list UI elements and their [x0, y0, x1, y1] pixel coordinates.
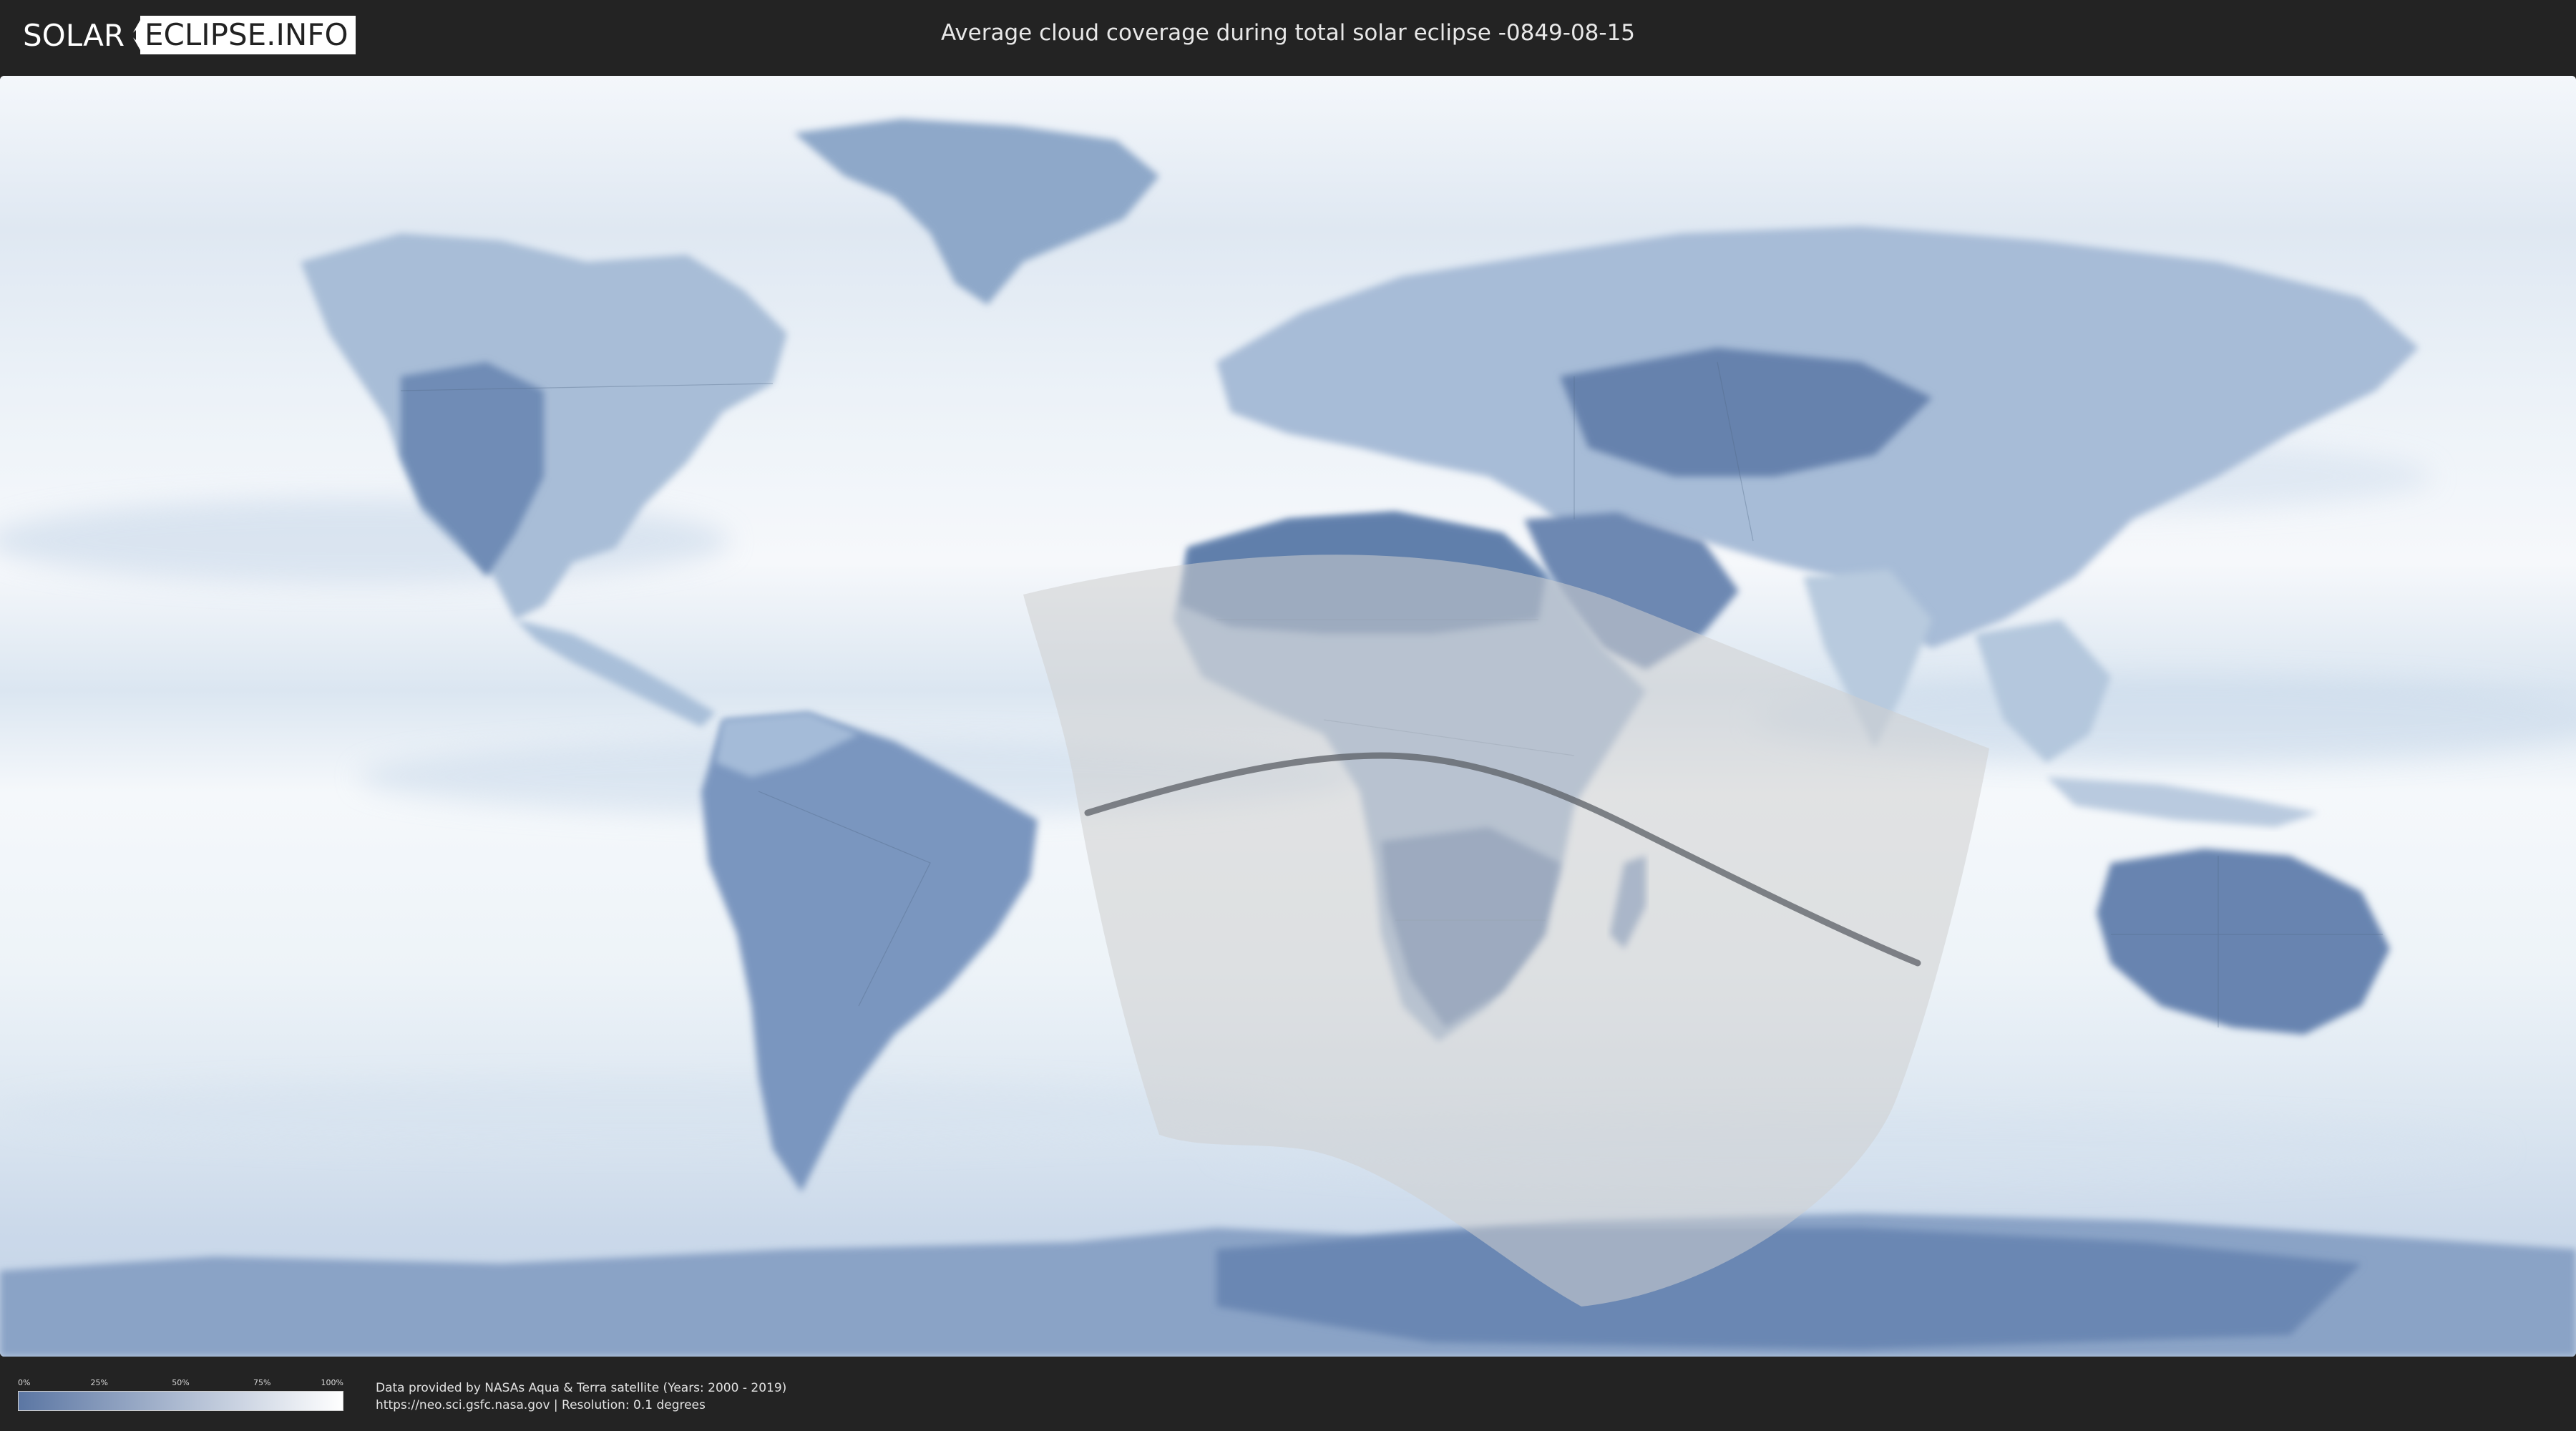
data-credits: Data provided by NASAs Aqua & Terra sate…	[376, 1379, 786, 1414]
cloud-coverage-legend: 0% 25% 50% 75% 100%	[18, 1378, 343, 1414]
legend-tick-100: 100%	[321, 1378, 343, 1387]
credits-line-source: Data provided by NASAs Aqua & Terra sate…	[376, 1381, 787, 1395]
cloud-coverage-map[interactable]	[0, 76, 2576, 1357]
legend-tick-25: 25%	[90, 1378, 108, 1387]
page-title: Average cloud coverage during total sola…	[940, 20, 1636, 46]
legend-tick-50: 50%	[172, 1378, 190, 1387]
page: SOLAR ECLIPSE.INFO Average cloud coverag…	[0, 0, 2576, 1431]
credits-line-url: https://neo.sci.gsfc.nasa.gov | Resoluti…	[376, 1398, 706, 1412]
legend-ticks: 0% 25% 50% 75% 100%	[18, 1378, 343, 1390]
footer-bar: 0% 25% 50% 75% 100% Data provided by NAS…	[0, 1357, 2576, 1431]
legend-tick-0: 0%	[18, 1378, 31, 1387]
legend-tick-75: 75%	[253, 1378, 271, 1387]
legend-gradient-bar	[18, 1391, 343, 1411]
header-bar: SOLAR ECLIPSE.INFO Average cloud coverag…	[0, 0, 2576, 72]
